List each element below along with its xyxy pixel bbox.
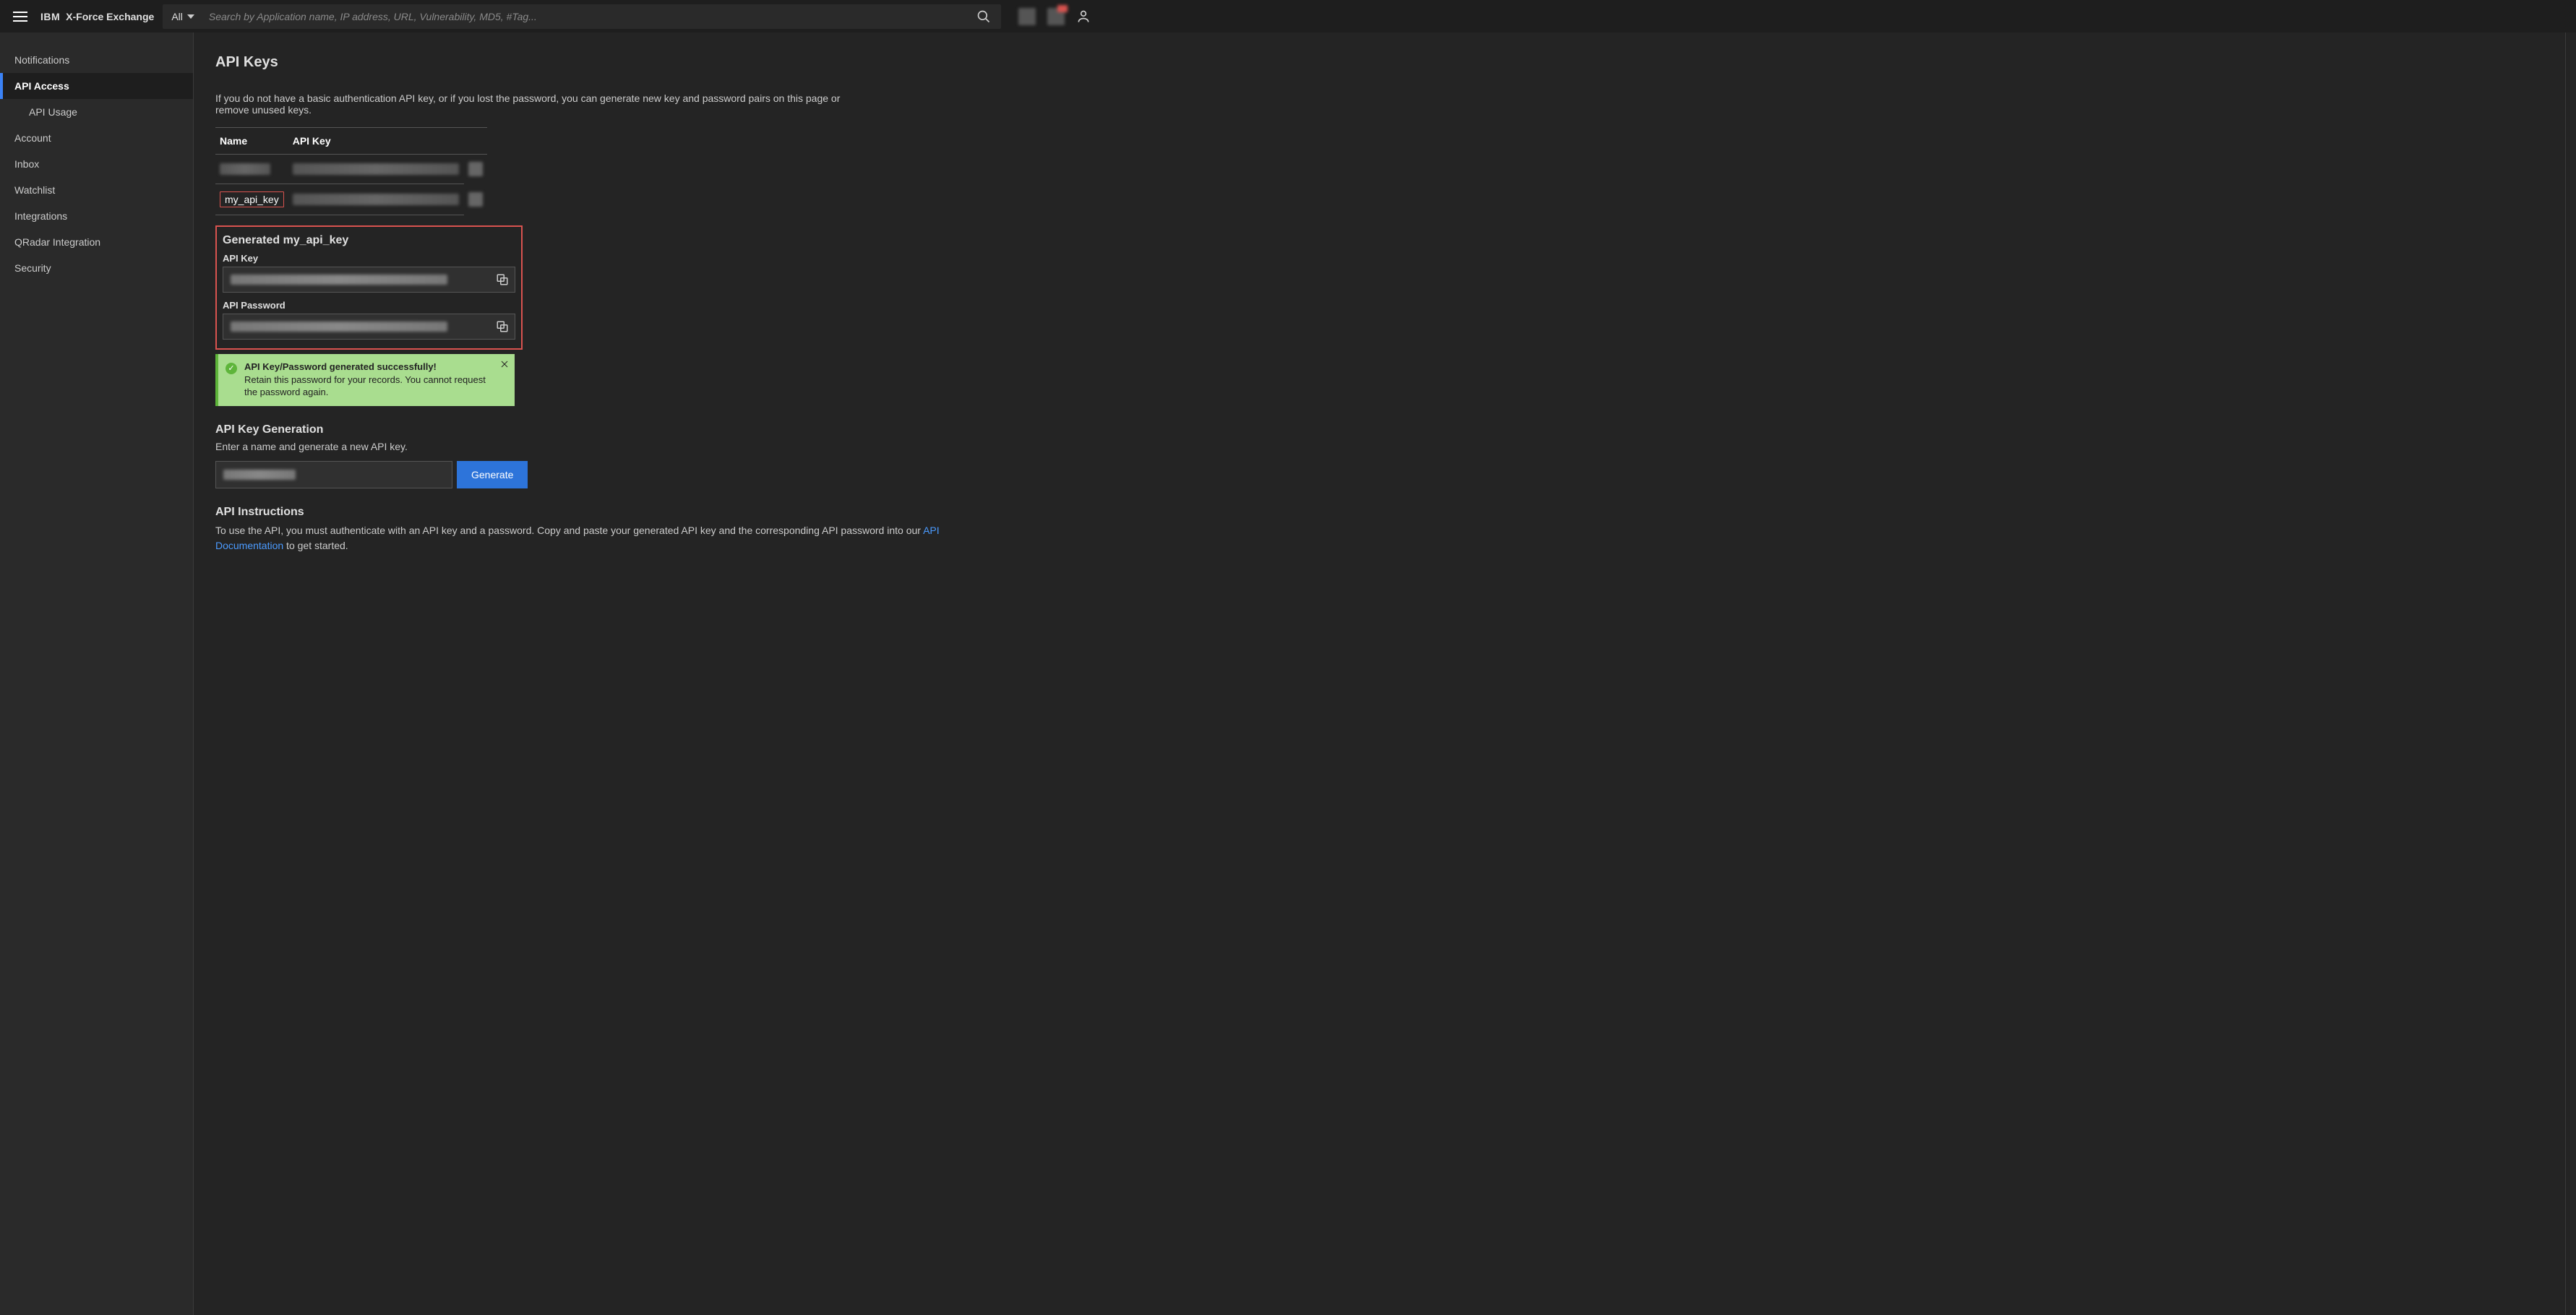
sidebar-item-inbox[interactable]: Inbox <box>0 151 193 177</box>
profile-icon <box>1076 9 1091 24</box>
search-input[interactable] <box>203 11 966 22</box>
sidebar-item-qradar[interactable]: QRadar Integration <box>0 229 193 255</box>
key-name-highlighted: my_api_key <box>220 191 284 207</box>
header-action-notifications[interactable] <box>1047 8 1065 25</box>
banner-text: Retain this password for your records. Y… <box>244 374 491 399</box>
key-generation-section: API Key Generation Enter a name and gene… <box>215 423 2554 488</box>
api-password-label: API Password <box>223 300 515 311</box>
settings-sidebar: Notifications API Access API Usage Accou… <box>0 33 194 1315</box>
key-value-redacted <box>293 163 459 175</box>
copy-api-password-button[interactable] <box>496 320 509 333</box>
sidebar-item-label: QRadar Integration <box>14 236 100 248</box>
page-title: API Keys <box>215 54 2554 71</box>
app-header: IBM X-Force Exchange All <box>0 0 2576 33</box>
header-actions <box>1018 8 1091 25</box>
profile-menu[interactable] <box>1076 9 1091 24</box>
search-filter-dropdown[interactable]: All <box>163 11 203 22</box>
check-icon: ✓ <box>226 363 237 374</box>
header-action-1[interactable] <box>1018 8 1036 25</box>
sidebar-item-label: Security <box>14 262 51 274</box>
row-action-icon[interactable] <box>468 162 483 176</box>
sidebar-item-integrations[interactable]: Integrations <box>0 203 193 229</box>
api-key-label: API Key <box>223 253 515 264</box>
api-password-value-redacted <box>231 322 447 332</box>
key-name-input-value-redacted <box>223 470 296 480</box>
table-row <box>215 155 487 184</box>
generation-section-title: API Key Generation <box>215 423 2554 436</box>
generated-panel-title: Generated my_api_key <box>223 234 515 247</box>
page-description: If you do not have a basic authenticatio… <box>215 92 851 116</box>
search-bar: All <box>163 4 1001 29</box>
copy-api-key-button[interactable] <box>496 273 509 286</box>
sidebar-item-label: Notifications <box>14 54 69 66</box>
sidebar-item-label: API Access <box>14 80 69 92</box>
sidebar-item-security[interactable]: Security <box>0 255 193 281</box>
instructions-title: API Instructions <box>215 506 2554 519</box>
sidebar-item-account[interactable]: Account <box>0 125 193 151</box>
key-value-redacted <box>293 194 459 205</box>
sidebar-item-notifications[interactable]: Notifications <box>0 47 193 73</box>
generated-key-panel: Generated my_api_key API Key API Passwor… <box>215 225 523 350</box>
sidebar-item-label: Integrations <box>14 210 67 222</box>
table-row: my_api_key <box>215 184 487 215</box>
search-filter-label: All <box>171 11 183 22</box>
sidebar-item-api-usage[interactable]: API Usage <box>0 99 193 125</box>
sidebar-item-label: Watchlist <box>14 184 55 196</box>
banner-close-button[interactable] <box>500 360 509 368</box>
table-header-key: API Key <box>288 128 464 155</box>
instructions-section: API Instructions To use the API, you mus… <box>215 506 2554 553</box>
search-icon <box>976 9 991 24</box>
copy-icon <box>496 273 509 286</box>
api-key-field[interactable] <box>223 267 515 293</box>
main-content: API Keys If you do not have a basic auth… <box>194 33 2576 1315</box>
key-name-redacted <box>220 163 270 175</box>
generate-button[interactable]: Generate <box>457 461 528 488</box>
row-action-icon[interactable] <box>468 192 483 207</box>
sidebar-item-label: Account <box>14 132 51 144</box>
success-banner: ✓ API Key/Password generated successfull… <box>215 354 515 406</box>
banner-title: API Key/Password generated successfully! <box>244 361 491 372</box>
brand[interactable]: IBM X-Force Exchange <box>40 11 154 22</box>
sidebar-item-label: Inbox <box>14 158 39 170</box>
table-header-name: Name <box>215 128 288 155</box>
sidebar-item-api-access[interactable]: API Access <box>0 73 193 99</box>
close-icon <box>500 360 509 368</box>
sidebar-item-label: API Usage <box>29 106 77 118</box>
brand-ibm: IBM <box>40 11 60 22</box>
api-key-value-redacted <box>231 275 447 285</box>
search-button[interactable] <box>966 9 1001 24</box>
sidebar-item-watchlist[interactable]: Watchlist <box>0 177 193 203</box>
key-name-input[interactable] <box>215 461 452 488</box>
notification-badge <box>1057 5 1068 12</box>
brand-product: X-Force Exchange <box>66 11 154 22</box>
api-keys-table: Name API Key my_api_key <box>215 127 487 215</box>
chevron-down-icon <box>187 14 194 19</box>
api-password-field[interactable] <box>223 314 515 340</box>
generation-section-desc: Enter a name and generate a new API key. <box>215 441 2554 452</box>
instructions-text: To use the API, you must authenticate wi… <box>215 523 974 553</box>
hamburger-menu[interactable] <box>9 7 32 26</box>
copy-icon <box>496 320 509 333</box>
